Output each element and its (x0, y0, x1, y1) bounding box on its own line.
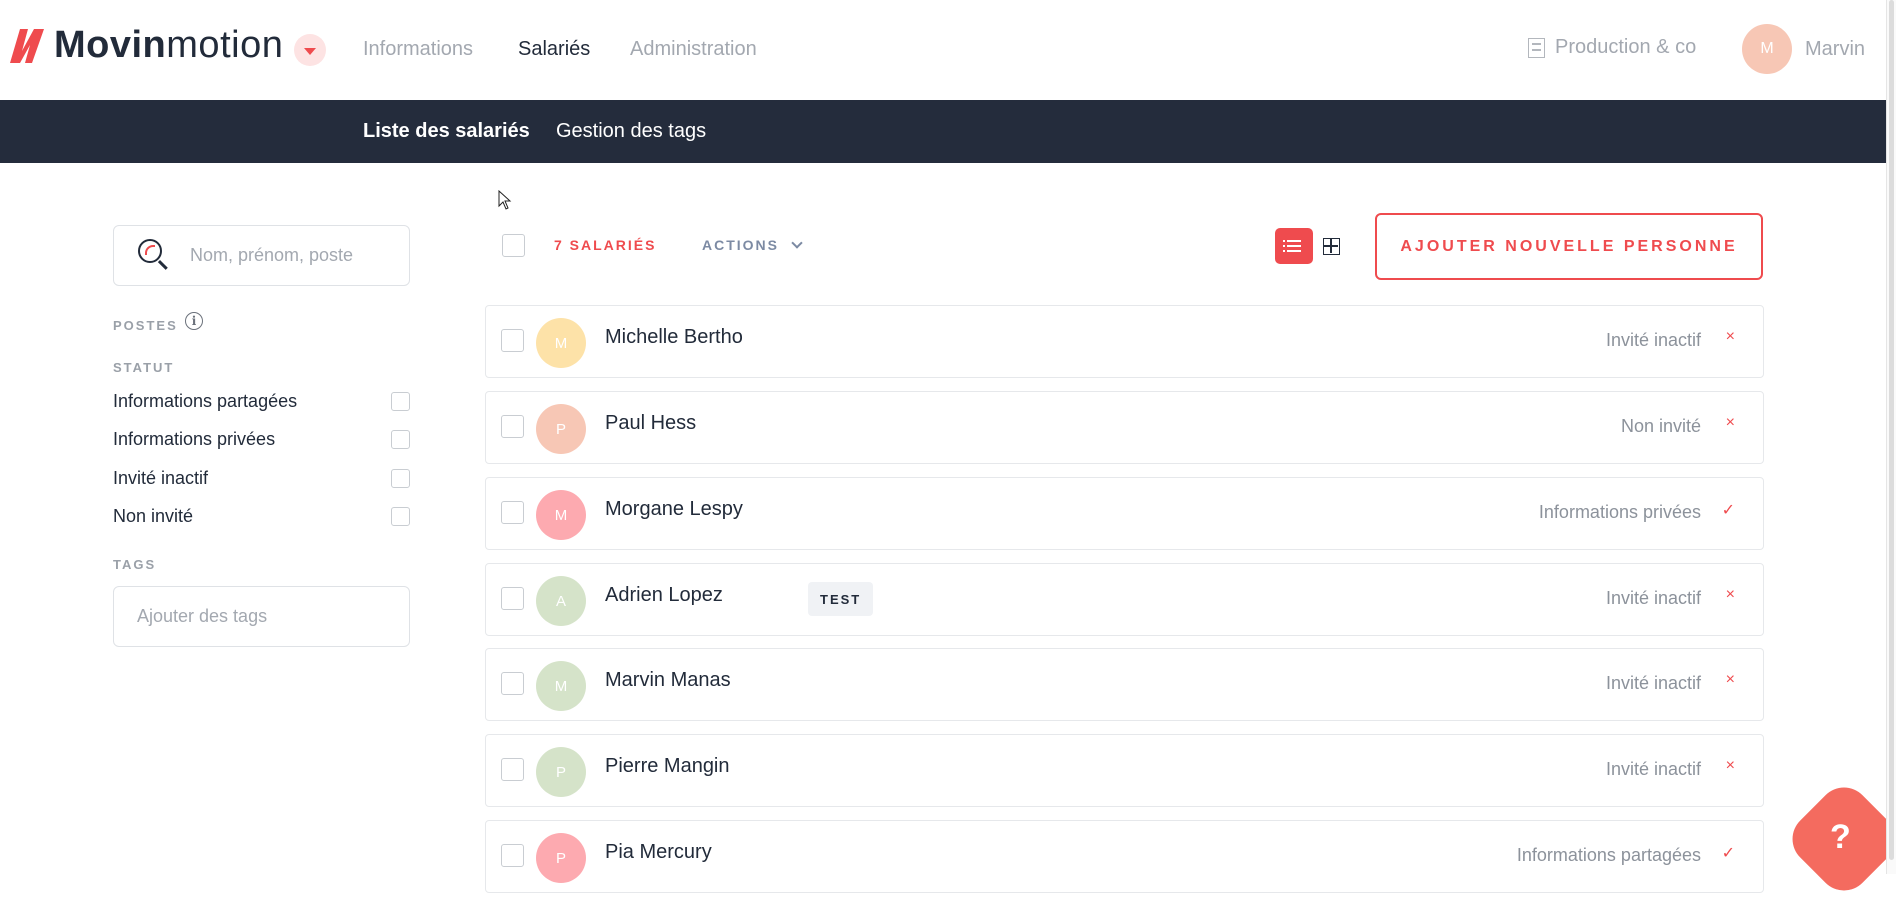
nav-salaries[interactable]: Salariés (518, 38, 590, 61)
employee-name[interactable]: Marvin Manas (605, 669, 731, 692)
tags-input[interactable]: Ajouter des tags (113, 586, 410, 647)
employee-row[interactable]: M Michelle Bertho Invité inactif × (485, 305, 1764, 378)
avatar: P (536, 404, 586, 454)
caret-down-icon (304, 48, 316, 55)
avatar: P (536, 747, 586, 797)
filter-checkbox[interactable] (391, 468, 410, 488)
search-input[interactable] (190, 245, 390, 266)
status-text: Invité inactif (1605, 759, 1701, 779)
filter-label: Non invité (113, 505, 194, 526)
filter-checkbox[interactable] (391, 506, 410, 526)
user-avatar[interactable]: M (1742, 24, 1792, 74)
sub-navigation: Liste des salariés Gestion des tags (0, 100, 1886, 163)
search-box[interactable] (113, 225, 410, 286)
row-checkbox[interactable] (501, 587, 524, 610)
status-text: Non invité (1620, 416, 1701, 436)
avatar: A (536, 576, 586, 626)
nav-administration[interactable]: Administration (630, 38, 757, 61)
employee-row[interactable]: A Adrien Lopez TEST Invité inactif × (485, 563, 1764, 636)
add-person-button[interactable]: AJOUTER NOUVELLE PERSONNE (1375, 213, 1763, 280)
logo-mark-icon (10, 29, 44, 63)
employee-row[interactable]: P Paul Hess Non invité × (485, 391, 1764, 464)
employee-name[interactable]: Pierre Mangin (605, 755, 730, 778)
search-icon (138, 238, 172, 273)
list-view-icon[interactable] (1275, 228, 1313, 264)
employee-count: 7 SALARIÉS (554, 237, 657, 253)
filter-checkbox[interactable] (391, 429, 410, 449)
top-navigation: Movin motion Informations Salariés Admini… (0, 0, 1886, 100)
check-icon: ✓ (1721, 502, 1735, 519)
actions-label: ACTIONS (702, 237, 779, 253)
close-icon: × (1725, 671, 1735, 688)
employee-name[interactable]: Paul Hess (605, 412, 696, 435)
close-icon: × (1725, 757, 1735, 774)
employee-row[interactable]: P Pia Mercury Informations partagées ✓ (485, 820, 1764, 893)
close-icon: × (1725, 414, 1735, 431)
actions-dropdown[interactable]: ACTIONS (702, 237, 803, 253)
employee-name[interactable]: Adrien Lopez (605, 584, 723, 607)
mouse-cursor-icon (498, 190, 512, 210)
row-checkbox[interactable] (501, 329, 524, 352)
vertical-scrollbar[interactable] (1886, 0, 1896, 874)
close-icon: × (1725, 586, 1735, 603)
employee-name[interactable]: Morgane Lespy (605, 498, 743, 521)
tag-badge: TEST (808, 582, 874, 616)
grid-view-icon[interactable] (1323, 238, 1340, 255)
tags-label: TAGS (113, 557, 157, 572)
postes-label: POSTES (113, 318, 178, 333)
avatar: M (536, 661, 586, 711)
info-icon[interactable]: i (185, 312, 203, 330)
user-name[interactable]: Marvin (1805, 38, 1865, 61)
status-text: Informations partagées (1516, 845, 1701, 865)
filter-label: Informations partagées (113, 390, 298, 411)
filter-label: Informations privées (113, 428, 276, 449)
status-text: Invité inactif (1605, 330, 1701, 350)
avatar: M (536, 318, 586, 368)
filter-non-invite[interactable]: Non invité (113, 503, 410, 529)
row-checkbox[interactable] (501, 758, 524, 781)
tab-gestion-des-tags[interactable]: Gestion des tags (556, 120, 706, 143)
filter-informations-partagees[interactable]: Informations partagées (113, 388, 410, 414)
employee-name[interactable]: Michelle Bertho (605, 326, 743, 349)
logo-text-bold: Movin (54, 23, 167, 66)
employee-row[interactable]: P Pierre Mangin Invité inactif × (485, 734, 1764, 807)
chevron-down-icon (791, 237, 803, 249)
employee-row[interactable]: M Marvin Manas Invité inactif × (485, 648, 1764, 721)
filter-informations-privees[interactable]: Informations privées (113, 426, 410, 452)
close-icon: × (1725, 328, 1735, 345)
filter-label: Invité inactif (113, 467, 209, 488)
company-selector[interactable]: Production & co (1528, 36, 1696, 59)
avatar: M (536, 490, 586, 540)
status-text: Invité inactif (1605, 673, 1701, 693)
statut-label: STATUT (113, 360, 175, 375)
row-checkbox[interactable] (501, 844, 524, 867)
tab-liste-des-salaries[interactable]: Liste des salariés (363, 120, 530, 143)
status-text: Invité inactif (1605, 588, 1701, 608)
row-checkbox[interactable] (501, 415, 524, 438)
filter-invite-inactif[interactable]: Invité inactif (113, 465, 410, 491)
employee-row[interactable]: M Morgane Lespy Informations privées ✓ (485, 477, 1764, 550)
avatar: P (536, 833, 586, 883)
app-switcher-dropdown[interactable] (294, 34, 326, 66)
status-text: Informations privées (1538, 502, 1701, 522)
select-all-checkbox[interactable] (502, 234, 525, 257)
row-checkbox[interactable] (501, 501, 524, 524)
check-icon: ✓ (1721, 845, 1735, 862)
employee-name[interactable]: Pia Mercury (605, 841, 712, 864)
row-checkbox[interactable] (501, 672, 524, 695)
company-name: Production & co (1555, 36, 1697, 58)
logo-text-light: motion (166, 23, 284, 66)
filter-checkbox[interactable] (391, 391, 410, 411)
nav-informations[interactable]: Informations (363, 38, 473, 61)
building-icon (1528, 37, 1545, 58)
app-logo[interactable]: Movin motion (8, 22, 283, 68)
help-icon[interactable]: ? (1830, 818, 1851, 857)
